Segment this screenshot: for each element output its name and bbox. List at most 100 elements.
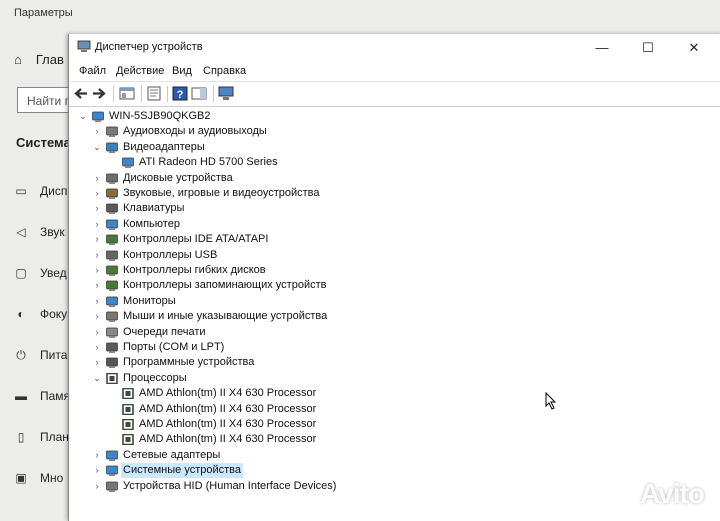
expand-chevron-icon[interactable]: › [92, 355, 102, 370]
chip-icon [122, 434, 134, 445]
expand-chevron-icon[interactable]: › [92, 186, 102, 201]
floppy-controller-icon [106, 265, 118, 276]
expand-chevron-icon[interactable]: › [92, 340, 102, 355]
tree-node-label: Порты (COM и LPT) [123, 341, 225, 353]
avito-logo-icon [616, 484, 639, 507]
tree-node-label: Дисковые устройства [123, 172, 233, 184]
tree-node-label: AMD Athlon(tm) II X4 630 Processor [139, 433, 317, 445]
tree-node-label: Контроллеры запоминающих устройств [123, 279, 327, 291]
toolbar-separator [167, 86, 168, 102]
device-manager-icon [77, 40, 91, 52]
settings-nav-item[interactable]: ▯ План [14, 427, 69, 447]
tree-node-label: Контроллеры USB [123, 249, 218, 261]
settings-nav-item[interactable]: ▬ Памя [14, 386, 70, 406]
settings-nav-label: Дисп [40, 184, 68, 198]
scan-hardware-icon[interactable] [218, 86, 234, 101]
expand-chevron-icon[interactable]: › [92, 278, 102, 293]
sound-video-icon [106, 188, 118, 199]
menu-action[interactable]: Действие [116, 65, 164, 77]
sound-icon: ◁ [16, 225, 26, 239]
tree-node-label: Клавиатуры [123, 202, 185, 214]
tree-node-label: Программные устройства [123, 356, 255, 368]
tree-node-label: Системные устройства [121, 463, 244, 478]
settings-title: Параметры [14, 7, 73, 19]
menu-help[interactable]: Справка [203, 65, 246, 77]
settings-nav-item[interactable]: ▭ Дисп [14, 181, 67, 201]
focus-icon: ◐ [17, 307, 25, 321]
computer-icon [106, 219, 118, 230]
expand-chevron-icon[interactable]: › [92, 479, 102, 494]
settings-nav-item[interactable]: ◁ Звук [14, 222, 64, 242]
network-adapter-icon [106, 450, 118, 461]
storage-controller-icon [106, 280, 118, 291]
close-button[interactable]: ✕ [671, 34, 717, 61]
tree-node-label: WIN-5SJB90QKGB2 [109, 110, 211, 122]
tree-node-label: Очереди печати [123, 326, 206, 338]
settings-nav-item[interactable]: ▢ Увед [14, 263, 66, 283]
storage-icon: ▬ [15, 389, 27, 403]
action-pane-icon[interactable] [191, 86, 207, 101]
expand-chevron-icon[interactable]: › [92, 263, 102, 278]
tree-node-label: Сетевые адаптеры [123, 449, 221, 461]
gpu-icon [122, 157, 134, 168]
expand-chevron-icon[interactable]: › [92, 201, 102, 216]
forward-icon[interactable] [91, 86, 107, 101]
help-icon[interactable]: ? [172, 86, 188, 101]
window-title: Диспетчер устройств [95, 41, 203, 53]
back-icon[interactable] [73, 86, 89, 101]
display-icon: ▭ [15, 184, 27, 198]
home-label: Глав [35, 52, 64, 67]
title-bar[interactable]: Диспетчер устройств — ☐ ✕ [69, 34, 720, 61]
expand-chevron-icon[interactable]: › [92, 217, 102, 232]
hid-icon [106, 481, 118, 492]
expand-chevron-icon[interactable]: › [92, 325, 102, 340]
expand-chevron-icon[interactable]: › [92, 171, 102, 186]
collapse-chevron-icon[interactable]: ⌄ [92, 140, 102, 155]
settings-nav-item[interactable]: ◐ Фоку [14, 304, 67, 324]
properties-icon[interactable] [146, 86, 162, 101]
tree-node-label: Аудиовходы и аудиовыходы [123, 125, 267, 137]
menu-bar: Файл Действие Вид Справка [69, 61, 720, 81]
settings-nav-item[interactable]: ⏻ Пита [14, 345, 67, 365]
menu-view[interactable]: Вид [172, 65, 192, 77]
svg-text:?: ? [177, 89, 184, 101]
expand-chevron-icon[interactable]: › [92, 463, 102, 478]
system-device-icon [106, 465, 118, 476]
collapse-chevron-icon[interactable]: ⌄ [92, 371, 102, 386]
power-icon: ⏻ [16, 348, 26, 362]
disk-icon [106, 173, 118, 184]
toolbar-separator [213, 86, 214, 102]
settings-nav-item[interactable]: ▣ Мно [14, 468, 63, 488]
notifications-icon: ▢ [15, 266, 27, 280]
chip-icon [122, 419, 134, 430]
mouse-icon [106, 311, 118, 322]
tree-node-label: Мониторы [123, 295, 176, 307]
settings-nav-label: План [40, 430, 69, 444]
collapse-chevron-icon[interactable]: ⌄ [78, 109, 88, 124]
tree-node-label: AMD Athlon(tm) II X4 630 Processor [139, 418, 317, 430]
settings-nav-label: Мно [40, 471, 64, 485]
tree-node-label: Контроллеры гибких дисков [123, 264, 266, 276]
menu-file[interactable]: Файл [79, 65, 106, 77]
settings-home-item[interactable]: ⌂ Глав [14, 52, 64, 67]
show-hide-console-tree-icon[interactable] [119, 86, 135, 101]
settings-nav-label: Памя [40, 389, 71, 403]
settings-section-title: Система [16, 135, 71, 150]
expand-chevron-icon[interactable]: › [92, 248, 102, 263]
expand-chevron-icon[interactable]: › [92, 124, 102, 139]
tree-node-label: Видеоадаптеры [123, 141, 205, 153]
chip-icon [122, 404, 134, 415]
maximize-button[interactable]: ☐ [625, 34, 671, 61]
expand-chevron-icon[interactable]: › [92, 232, 102, 247]
computer-icon [92, 111, 104, 122]
tree-node-label: Устройства HID (Human Interface Devices) [123, 480, 337, 492]
settings-nav-label: Пита [40, 348, 68, 362]
device-manager-window: Диспетчер устройств — ☐ ✕ Файл Действие … [68, 34, 720, 521]
minimize-button[interactable]: — [579, 34, 625, 61]
tree-node-label: Процессоры [123, 372, 187, 384]
expand-chevron-icon[interactable]: › [92, 294, 102, 309]
expand-chevron-icon[interactable]: › [92, 448, 102, 463]
tree-node-label: AMD Athlon(tm) II X4 630 Processor [139, 403, 317, 415]
expand-chevron-icon[interactable]: › [92, 309, 102, 324]
ide-controller-icon [106, 234, 118, 245]
